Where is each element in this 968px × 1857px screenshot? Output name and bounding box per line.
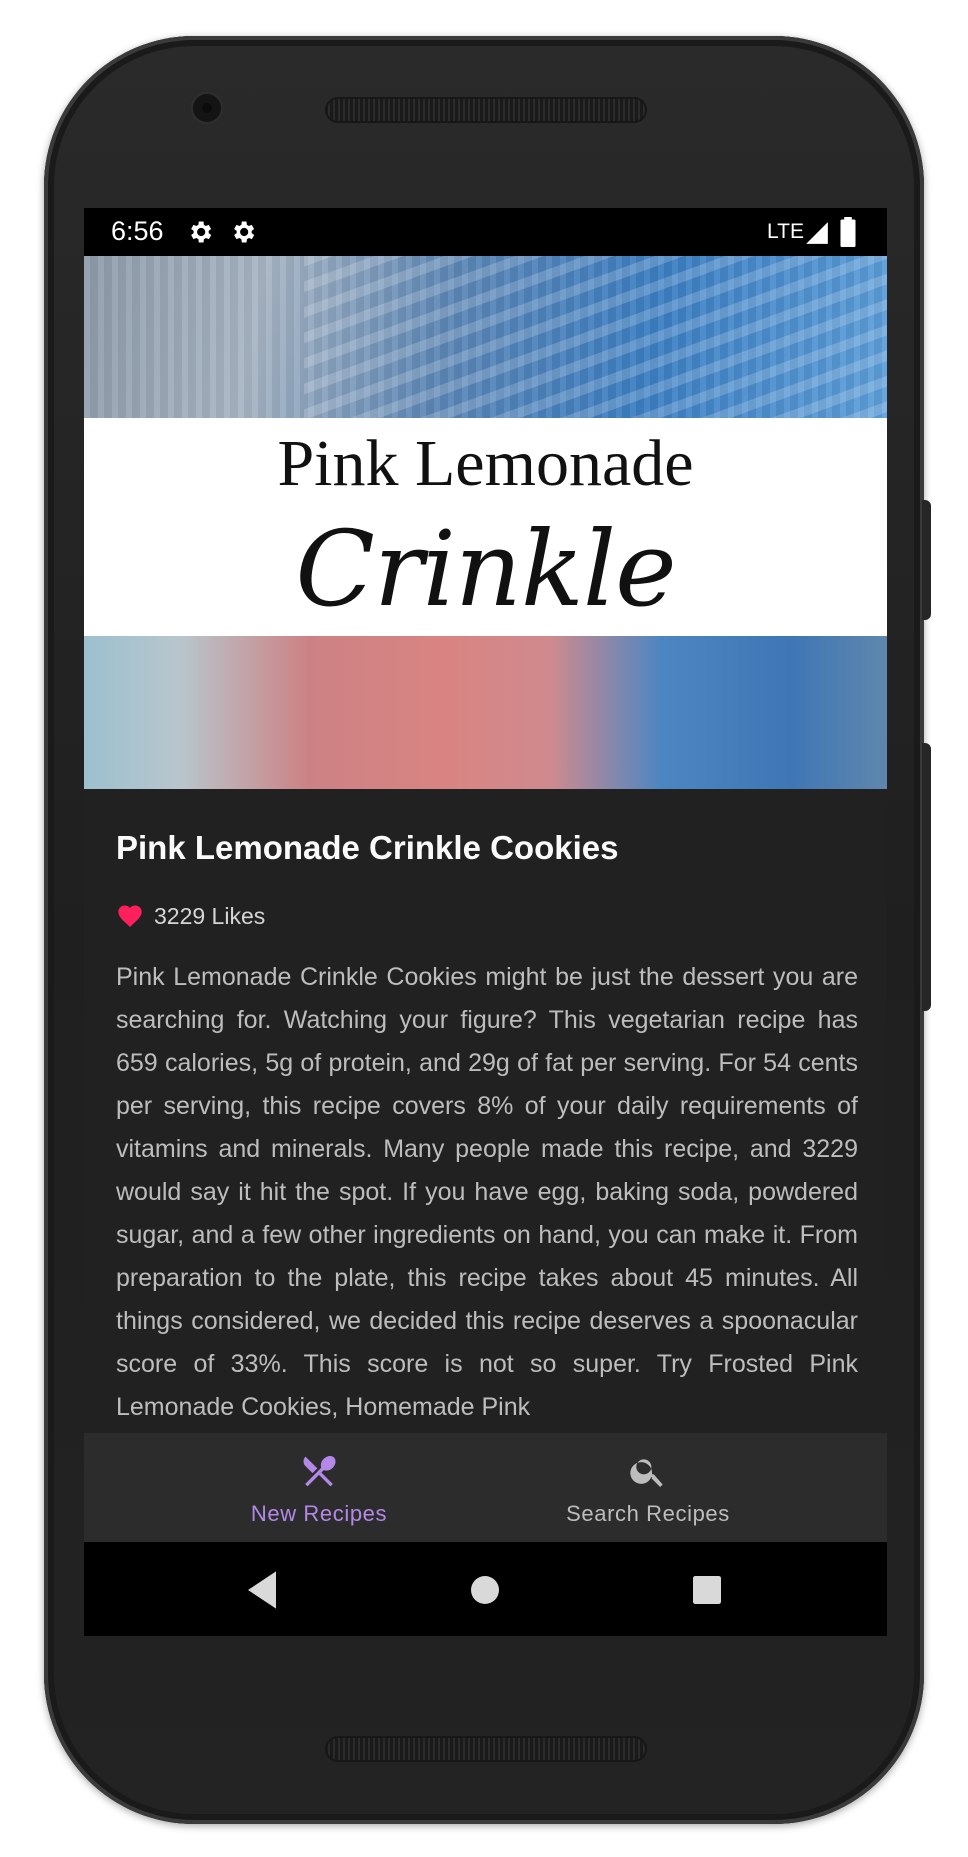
home-icon[interactable] xyxy=(457,1562,513,1618)
gear-icon xyxy=(191,221,212,243)
recipe-image: Pink Lemonade Crinkle Cookies xyxy=(84,256,887,789)
search-icon xyxy=(630,1459,663,1487)
nav-new-recipes[interactable]: New Recipes xyxy=(154,1433,484,1542)
bottom-navigation: New Recipes Search Recipes xyxy=(84,1433,887,1542)
back-icon[interactable] xyxy=(234,1562,290,1618)
signal-icon xyxy=(806,222,828,244)
hero-bottom-photo xyxy=(84,636,887,789)
status-bar: 6:56 LTE xyxy=(84,208,887,256)
status-time: 6:56 xyxy=(111,216,164,246)
bottom-speaker xyxy=(325,1736,647,1762)
network-type: LTE xyxy=(767,220,804,243)
recipe-summary: Pink Lemonade Crinkle Cookies might be j… xyxy=(116,963,858,1421)
utensils-icon xyxy=(303,1456,336,1487)
battery-icon xyxy=(840,217,856,247)
hero-text-line1: Pink Lemonade xyxy=(277,427,694,500)
device-screen: 6:56 LTE Pink Lemonade Crinkle Cookies P… xyxy=(84,208,887,1636)
likes-row: 3229 Likes xyxy=(116,901,265,931)
nav-new-recipes-label: New Recipes xyxy=(250,1501,388,1526)
nav-search-recipes[interactable]: Search Recipes xyxy=(483,1433,813,1542)
likes-count: 3229 Likes xyxy=(154,902,266,929)
front-camera xyxy=(190,91,224,125)
volume-button xyxy=(922,743,931,1011)
gear-icon xyxy=(234,221,255,243)
power-button xyxy=(922,500,931,620)
recents-icon[interactable] xyxy=(679,1562,735,1618)
nav-search-recipes-label: Search Recipes xyxy=(566,1501,730,1526)
hero-top-photo xyxy=(84,256,887,418)
system-navigation-bar xyxy=(84,1542,887,1636)
heart-icon[interactable] xyxy=(116,902,144,930)
top-speaker xyxy=(325,97,647,123)
recipe-title: Pink Lemonade Crinkle Cookies xyxy=(116,829,619,866)
